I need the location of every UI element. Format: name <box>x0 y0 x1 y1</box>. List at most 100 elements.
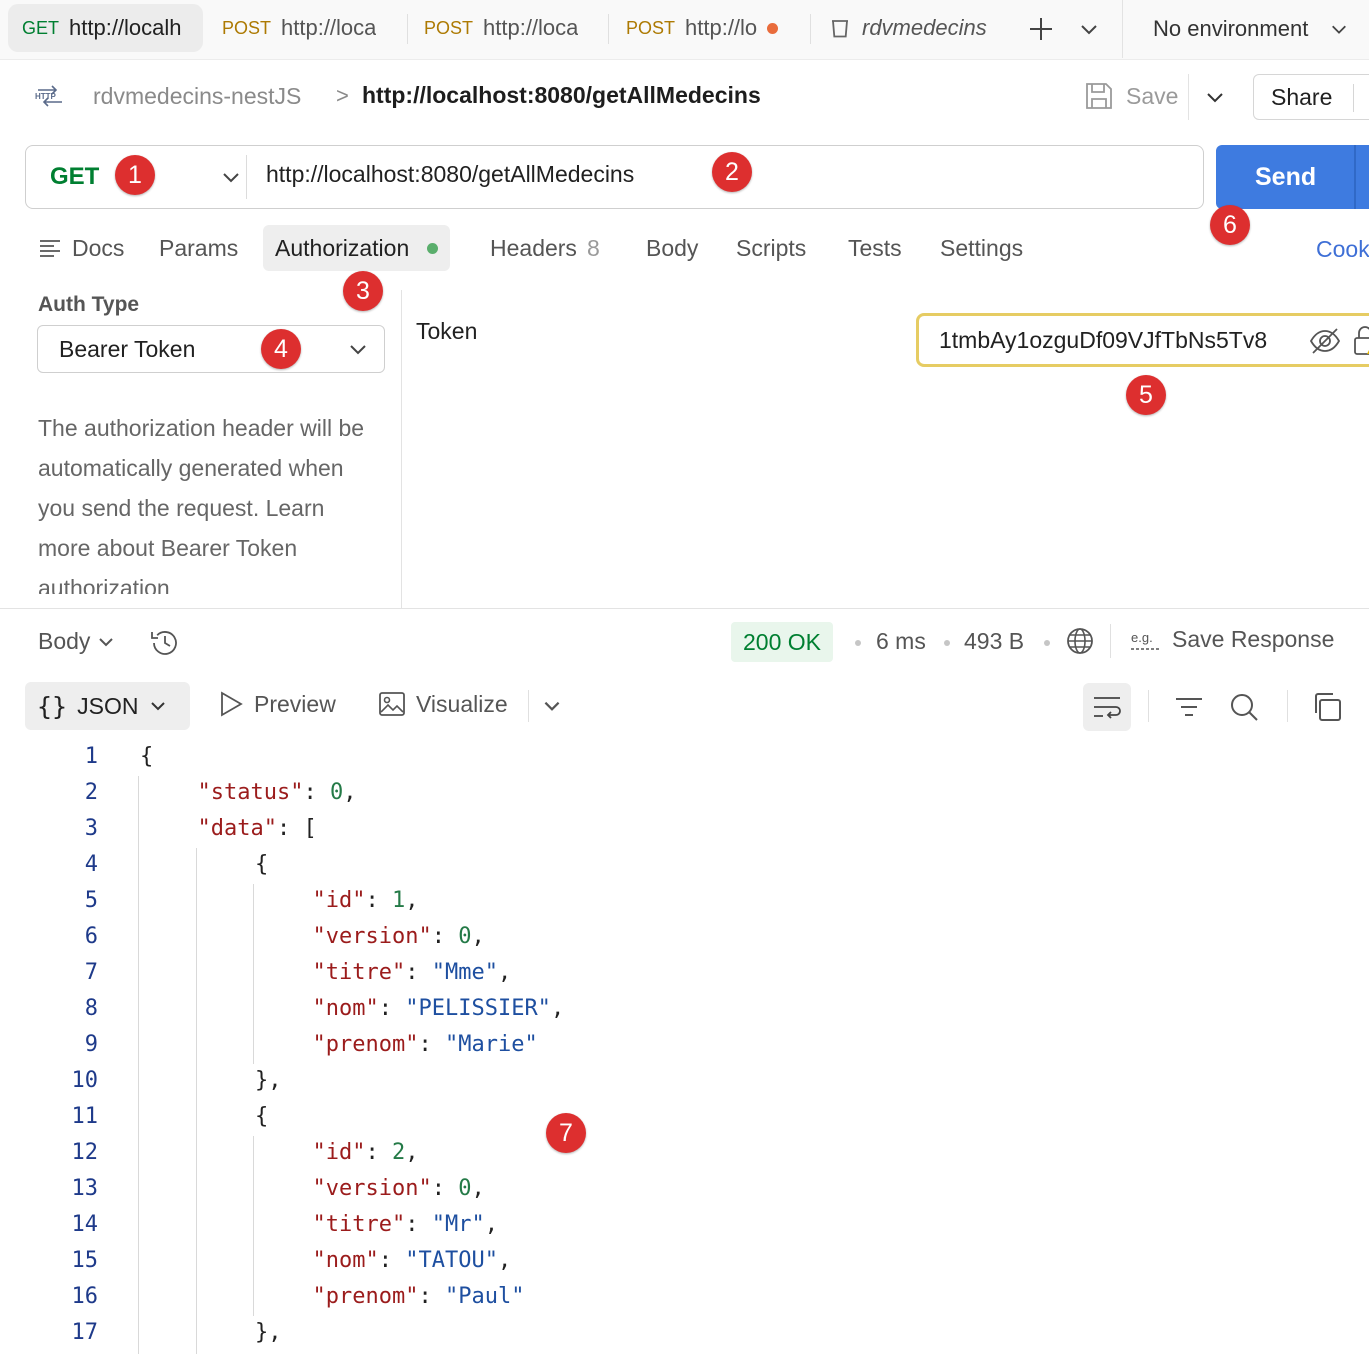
save-options-button[interactable] <box>1200 82 1230 112</box>
tab-params[interactable]: Params <box>147 225 250 271</box>
tab-method: POST <box>424 17 474 38</box>
request-tab-get[interactable]: GET http://localh <box>8 4 203 52</box>
save-divider <box>1188 74 1189 120</box>
cookies-link[interactable]: Cook <box>1316 236 1369 263</box>
response-body-dropdown[interactable]: Body <box>38 628 116 655</box>
token-label: Token <box>416 318 478 344</box>
history-icon[interactable] <box>148 626 182 660</box>
globe-icon[interactable] <box>1065 626 1095 656</box>
response-time[interactable]: 6 ms <box>876 628 926 655</box>
tab-divider <box>810 14 811 44</box>
configured-dot <box>427 242 439 254</box>
chevron-down-icon <box>1207 93 1223 103</box>
save-button[interactable]: Save <box>1084 76 1178 116</box>
json-key: "data" <box>197 816 277 841</box>
code-line: 8 "nom": "PELISSIER", <box>0 992 1369 1028</box>
code-text: "id": 2, <box>313 1140 419 1165</box>
share-button[interactable]: Share <box>1253 74 1369 120</box>
json-punct: { <box>140 744 154 769</box>
save-label: Save <box>1126 82 1179 109</box>
json-punct: : <box>418 1284 445 1309</box>
line-number: 1 <box>84 744 98 769</box>
code-line: 17}, <box>0 1316 1369 1352</box>
status-badge[interactable]: 200 OK <box>731 622 833 662</box>
code-text: "titre": "Mme", <box>313 960 512 985</box>
tab-authorization[interactable]: Authorization <box>263 225 451 271</box>
line-number: 16 <box>71 1284 99 1309</box>
save-response-button[interactable]: e.g. Save Response <box>1130 626 1334 653</box>
response-json-viewer[interactable]: 1{2 "status": 0, 3 "data": [4{5 "id": 1, 6 "ve… <box>0 740 1369 1354</box>
search-icon[interactable] <box>1228 691 1260 723</box>
lock-icon[interactable] <box>1351 324 1369 356</box>
json-number: 0 <box>458 924 472 949</box>
tab-settings[interactable]: Settings <box>928 225 1035 271</box>
save-response-label: Save Response <box>1172 626 1335 652</box>
token-input[interactable]: 1tmbAy1ozguDf09VJfTbNs5Tv8 <box>916 313 1369 367</box>
copy-icon[interactable] <box>1311 691 1343 723</box>
request-tab-strip: GET http://localh POST http://loca POST … <box>0 0 1369 60</box>
json-key: "prenom" <box>312 1284 419 1309</box>
tab-headers[interactable]: Headers 8 <box>478 225 612 271</box>
tab-body[interactable]: Body <box>634 225 710 271</box>
breadcrumb-request-name[interactable]: http://localhost:8080/getAllMedecins <box>362 82 761 109</box>
headers-count-badge: 8 <box>586 234 600 261</box>
code-line: 9 "prenom": "Marie" <box>0 1028 1369 1064</box>
tab-list-button[interactable] <box>1074 14 1104 44</box>
request-tab-collection[interactable]: rdvmedecins <box>814 4 1004 52</box>
line-number: 12 <box>71 1140 99 1165</box>
tab-label: Authorization <box>275 234 410 261</box>
request-tab-post-3[interactable]: POST http://lo <box>612 4 807 52</box>
chevron-down-icon[interactable] <box>218 164 244 190</box>
json-punct: , <box>550 996 565 1021</box>
method-selector[interactable]: GET <box>50 163 99 191</box>
new-tab-button[interactable] <box>1024 12 1058 46</box>
response-divider <box>1110 624 1111 658</box>
response-splitter[interactable] <box>0 608 1369 609</box>
line-number: 8 <box>84 996 98 1021</box>
chevron-down-icon <box>151 702 166 711</box>
tab-url: http://loca <box>483 15 579 40</box>
request-tab-post-1[interactable]: POST http://loca <box>208 4 398 52</box>
view-options-button[interactable] <box>541 695 563 717</box>
json-punct: , <box>343 780 357 805</box>
line-number: 15 <box>71 1248 99 1273</box>
auth-type-select[interactable]: Bearer Token <box>37 325 385 373</box>
json-key: "nom" <box>312 1248 379 1273</box>
docs-icon <box>40 240 60 257</box>
code-text: "version": 0, <box>313 1176 485 1201</box>
line-number: 13 <box>71 1176 99 1201</box>
preview-label: Preview <box>254 690 336 717</box>
tab-scripts[interactable]: Scripts <box>724 225 818 271</box>
tab-method: POST <box>626 17 676 38</box>
eye-off-icon[interactable] <box>1309 327 1341 355</box>
response-size[interactable]: 493 B <box>964 628 1024 655</box>
chevron-down-icon <box>544 701 560 711</box>
code-line: 3 "data": [ <box>0 812 1369 848</box>
tab-docs[interactable]: Docs <box>26 225 136 271</box>
image-icon <box>379 692 405 716</box>
visualize-label: Visualize <box>416 690 508 717</box>
code-text: "status": 0, <box>198 780 357 805</box>
annotation-marker-6: 6 <box>1210 205 1250 245</box>
code-text: { <box>255 852 268 877</box>
json-punct: : <box>378 1248 406 1273</box>
json-punct: , <box>497 1248 512 1273</box>
code-text: "id": 1, <box>313 888 419 913</box>
send-button[interactable]: Send <box>1216 145 1369 209</box>
wrap-icon <box>1094 697 1121 719</box>
environment-selector[interactable]: No environment <box>1122 0 1369 58</box>
json-punct: , <box>471 924 485 949</box>
request-tab-post-2[interactable]: POST http://loca <box>410 4 600 52</box>
wrap-lines-button[interactable] <box>1083 683 1131 731</box>
visualize-button[interactable]: Visualize <box>378 690 508 718</box>
toolbar-divider <box>1287 690 1288 722</box>
url-input[interactable]: http://localhost:8080/getAllMedecins <box>266 161 634 188</box>
line-number: 4 <box>84 852 98 877</box>
format-json-dropdown[interactable]: {} JSON <box>25 682 190 730</box>
json-key: "prenom" <box>312 1032 419 1057</box>
breadcrumb-collection[interactable]: rdvmedecins-nestJS <box>93 83 301 110</box>
preview-button[interactable]: Preview <box>218 690 336 718</box>
filter-icon[interactable] <box>1173 691 1205 723</box>
annotation-marker-3: 3 <box>343 271 383 311</box>
tab-tests[interactable]: Tests <box>836 225 914 271</box>
